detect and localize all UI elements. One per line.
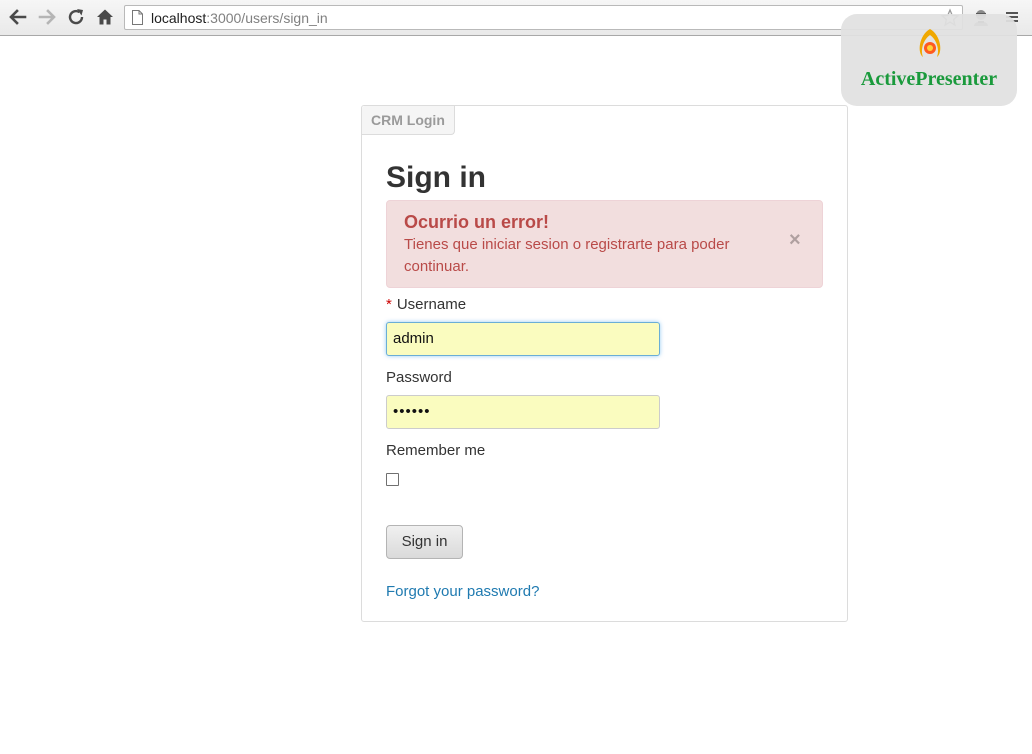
arrow-right-icon xyxy=(38,9,56,25)
url-path: :3000/users/sign_in xyxy=(206,10,328,26)
username-label: * Username xyxy=(386,296,466,313)
password-input[interactable]: •••••• xyxy=(386,395,660,429)
url-text[interactable]: localhost:3000/users/sign_in xyxy=(151,10,328,26)
activepresenter-watermark: ActivePresenter xyxy=(841,14,1017,106)
remember-me-label: Remember me xyxy=(386,442,486,459)
remember-me-checkbox[interactable] xyxy=(386,473,399,486)
reload-button[interactable] xyxy=(66,7,86,27)
login-panel: CRM Login Sign in Ocurrio un error! Tien… xyxy=(361,105,848,622)
required-mark: * xyxy=(386,296,392,313)
arrow-left-icon xyxy=(9,9,27,25)
alert-heading: Ocurrio un error! xyxy=(404,212,550,232)
panel-tab: CRM Login xyxy=(362,106,455,135)
sign-in-button[interactable]: Sign in xyxy=(386,525,463,559)
close-icon[interactable]: × xyxy=(789,230,801,250)
error-alert: Ocurrio un error! Tienes que iniciar ses… xyxy=(386,200,823,288)
page-title: Sign in xyxy=(386,161,486,194)
address-bar[interactable]: localhost:3000/users/sign_in xyxy=(124,5,963,30)
forward-button[interactable] xyxy=(37,7,57,27)
url-host: localhost xyxy=(151,10,207,26)
back-button[interactable] xyxy=(8,7,28,27)
activepresenter-logo-icon xyxy=(919,29,941,57)
reload-icon xyxy=(68,9,84,25)
home-icon xyxy=(97,9,113,25)
password-label: Password xyxy=(386,369,452,386)
username-label-text: Username xyxy=(396,296,467,313)
forgot-password-link[interactable]: Forgot your password? xyxy=(386,583,539,600)
username-input[interactable]: admin xyxy=(386,322,660,356)
watermark-text: ActivePresenter xyxy=(860,68,998,90)
page-icon xyxy=(132,10,143,25)
home-button[interactable] xyxy=(95,7,115,27)
alert-message: Tienes que iniciar sesion o registrarte … xyxy=(404,236,730,275)
